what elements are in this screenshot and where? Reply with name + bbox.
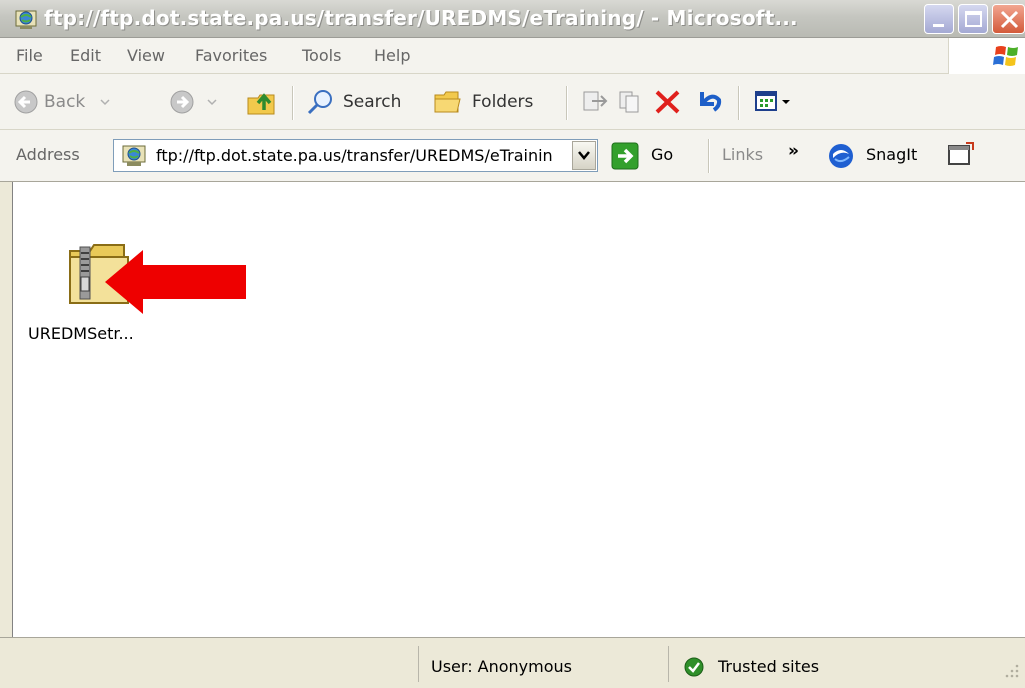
- forward-arrow-icon: [170, 90, 194, 114]
- toolbar-separator: [566, 86, 568, 120]
- go-arrow-icon: [611, 142, 639, 170]
- address-dropdown-button[interactable]: [572, 141, 596, 170]
- snagit-icon: [829, 144, 853, 168]
- search-button[interactable]: Search: [304, 84, 418, 120]
- chevron-down-icon: [100, 99, 110, 106]
- ie-window: ftp://ftp.dot.state.pa.us/transfer/UREDM…: [0, 0, 1025, 688]
- address-input[interactable]: ftp://ftp.dot.state.pa.us/transfer/UREDM…: [113, 139, 598, 172]
- file-list[interactable]: UREDMSetr...: [12, 182, 1025, 637]
- status-user: User: Anonymous: [431, 657, 572, 676]
- address-label: Address: [16, 145, 80, 164]
- menu-help[interactable]: Help: [374, 46, 410, 65]
- toolbar-separator: [292, 86, 294, 120]
- ftp-globe-icon: [122, 145, 146, 166]
- menu-view[interactable]: View: [127, 46, 165, 65]
- toolbar-separator: [738, 86, 740, 120]
- snagit-label: SnagIt: [866, 145, 918, 164]
- chevron-down-icon: [207, 99, 217, 106]
- close-button[interactable]: [992, 4, 1025, 34]
- menu-file[interactable]: File: [16, 46, 43, 65]
- folders-button[interactable]: Folders: [432, 84, 550, 120]
- move-to-icon: [583, 91, 608, 111]
- toolbar-separator: [708, 139, 710, 173]
- menu-favorites[interactable]: Favorites: [195, 46, 267, 65]
- undo-icon: [700, 92, 722, 112]
- status-bar: User: Anonymous Trusted sites: [0, 637, 1025, 688]
- windows-logo: [948, 38, 1025, 74]
- address-value: ftp://ftp.dot.state.pa.us/transfer/UREDM…: [156, 146, 552, 165]
- menu-bar: File Edit View Favorites Tools Help: [0, 38, 1025, 74]
- views-icon: [755, 91, 790, 111]
- snagit-capture-button[interactable]: [946, 140, 976, 170]
- back-arrow-icon: [14, 90, 38, 114]
- check-circle-icon: [684, 657, 704, 677]
- menu-tools[interactable]: Tools: [302, 46, 341, 65]
- title-bar[interactable]: ftp://ftp.dot.state.pa.us/transfer/UREDM…: [0, 0, 1025, 38]
- copy-to-button[interactable]: [616, 84, 646, 120]
- window-title: ftp://ftp.dot.state.pa.us/transfer/UREDM…: [44, 6, 798, 30]
- windows-flag-icon: [993, 46, 1018, 66]
- undo-button[interactable]: [692, 84, 726, 120]
- capture-window-icon: [948, 142, 974, 165]
- maximize-icon: [965, 11, 982, 27]
- red-arrow-icon: [105, 250, 246, 314]
- delete-button[interactable]: [652, 84, 684, 120]
- snagit-button[interactable]: SnagIt: [827, 140, 937, 172]
- views-button[interactable]: [752, 84, 802, 120]
- menu-edit[interactable]: Edit: [70, 46, 101, 65]
- search-icon: [307, 90, 332, 115]
- back-label: Back: [44, 92, 86, 112]
- folders-label: Folders: [472, 92, 534, 112]
- status-zone: Trusted sites: [718, 657, 820, 676]
- standard-toolbar: Back Search Folders: [0, 74, 1025, 130]
- up-folder-button[interactable]: [244, 84, 280, 120]
- resize-grip-icon[interactable]: [1001, 662, 1021, 682]
- go-button[interactable]: Go: [610, 141, 678, 171]
- delete-icon: [655, 90, 680, 114]
- minimize-icon: [933, 24, 944, 27]
- forward-button[interactable]: [168, 84, 230, 120]
- folder-icon: [434, 91, 461, 113]
- file-name: UREDMSetr...: [28, 324, 134, 343]
- links-chevron[interactable]: »: [788, 141, 799, 161]
- links-label[interactable]: Links: [722, 145, 763, 164]
- up-folder-icon: [247, 93, 275, 115]
- chevron-down-icon: [578, 151, 590, 160]
- maximize-button[interactable]: [958, 4, 988, 34]
- frame-edge: [0, 182, 12, 637]
- minimize-button[interactable]: [924, 4, 954, 34]
- move-to-button[interactable]: [580, 84, 610, 120]
- close-icon: [1000, 10, 1019, 29]
- go-label: Go: [651, 145, 674, 164]
- back-button[interactable]: Back: [12, 84, 152, 120]
- ftp-globe-icon: [15, 10, 37, 29]
- search-label: Search: [343, 92, 402, 112]
- copy-to-icon: [619, 91, 639, 113]
- address-bar: Address ftp://ftp.dot.state.pa.us/transf…: [0, 130, 1025, 182]
